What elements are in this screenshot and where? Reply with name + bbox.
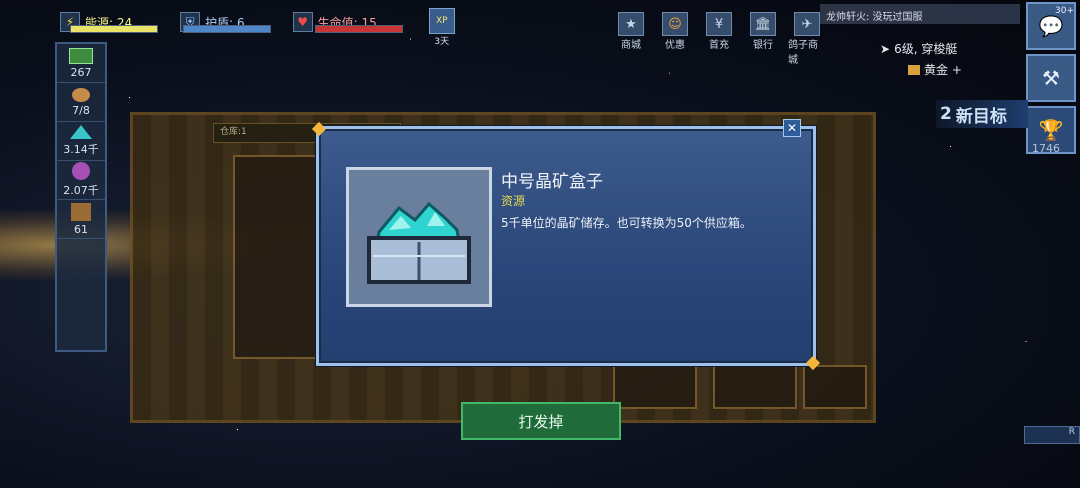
- resource-gas[interactable]: 2.07千: [57, 161, 105, 200]
- gold-label[interactable]: 黄金 +: [924, 61, 962, 78]
- item-category: 资源: [501, 194, 526, 208]
- new-goals-banner[interactable]: 2 新目标: [936, 100, 1028, 128]
- resource-crystal[interactable]: 3.14千: [57, 122, 105, 161]
- resource-value: 267: [70, 65, 92, 79]
- item-title: 中号晶矿盒子: [501, 172, 603, 192]
- nav-label: 银行: [753, 40, 773, 51]
- nav-label: 商城: [621, 40, 641, 51]
- mission-info: ➤ 6级, 穿梭艇 黄金 +: [880, 40, 962, 78]
- crystal-icon: [70, 125, 92, 139]
- new-goals-count: 2: [940, 104, 952, 124]
- status-bar: ⚡ 能源: 24 ⛨ 护盾: 6 ♥ 生命值: 15 XP 3天: [60, 7, 455, 47]
- nav-shop[interactable]: ★ 商城: [612, 12, 650, 66]
- rank-label: 6级, 穿梭艇: [894, 42, 958, 56]
- gold-row[interactable]: 黄金 +: [908, 61, 962, 78]
- smile-icon[interactable]: ☺: [662, 12, 688, 36]
- xp-days: 3天: [434, 36, 450, 47]
- close-icon[interactable]: ✕: [783, 119, 801, 137]
- resource-value: 7/8: [72, 103, 90, 117]
- crystal-box-icon: [367, 201, 471, 284]
- heart-icon: ♥: [292, 12, 313, 32]
- xp-badge[interactable]: XP: [428, 7, 455, 34]
- chat-button[interactable]: 💬 30+: [1026, 2, 1076, 50]
- ship-icon: ➤: [880, 41, 891, 56]
- hp-bar: [314, 25, 403, 33]
- resource-value: 3.14千: [63, 143, 99, 156]
- nav-label: 优惠: [665, 40, 685, 51]
- ship-room[interactable]: [803, 365, 867, 409]
- trophy-count: 1746: [1032, 142, 1060, 155]
- resource-crew[interactable]: 7/8: [57, 83, 105, 122]
- ship-room[interactable]: [613, 365, 697, 409]
- nav-first-charge[interactable]: ¥ 首充: [700, 12, 738, 66]
- build-button[interactable]: ⚒: [1026, 54, 1076, 102]
- resource-panel: 267 7/8 3.14千 2.07千 61: [55, 42, 107, 352]
- xp-widget[interactable]: XP 3天: [428, 7, 455, 47]
- energy-bar: [70, 25, 159, 33]
- resource-value: 2.07千: [63, 184, 99, 197]
- discard-button[interactable]: 打发掉: [461, 402, 621, 440]
- hammer-icon: ⚒: [1042, 66, 1060, 90]
- item-info-dialog: 中号晶矿盒子 资源 5千单位的晶矿储存。也可转换为50个供应箱。: [311, 121, 821, 371]
- pigeon-icon[interactable]: ✈: [794, 12, 820, 36]
- chat-count-badge: 30+: [1055, 6, 1074, 16]
- nav-label: 鸽子商城: [788, 40, 818, 66]
- new-goals-label: 新目标: [955, 106, 1007, 127]
- chat-bubble-icon: 💬: [1038, 14, 1064, 38]
- trophy-icon: 🏆: [1038, 118, 1064, 142]
- gold-icon: [908, 64, 920, 75]
- bank-icon[interactable]: 🏛: [750, 12, 776, 36]
- item-image: [346, 167, 492, 307]
- star-icon[interactable]: ★: [618, 12, 644, 36]
- ship-room[interactable]: [713, 365, 797, 409]
- gas-orb-icon: [72, 162, 90, 180]
- chat-ticker[interactable]: 龙帅轩火: 没玩过国服: [820, 4, 1020, 24]
- yen-icon[interactable]: ¥: [706, 12, 732, 36]
- bottom-right-tab[interactable]: R: [1024, 426, 1080, 444]
- nav-deals[interactable]: ☺ 优惠: [656, 12, 694, 66]
- resource-money[interactable]: 267: [57, 44, 105, 83]
- shield-bar: [182, 25, 271, 33]
- rank-row: ➤ 6级, 穿梭艇: [880, 40, 962, 57]
- crew-icon: [72, 87, 90, 102]
- nav-label: 首充: [709, 40, 729, 51]
- cash-icon: [69, 47, 93, 64]
- resource-supply[interactable]: 61: [57, 200, 105, 239]
- supply-crate-icon: [71, 202, 91, 221]
- right-button-column: 💬 30+ ⚒ 🏆: [1026, 2, 1078, 158]
- top-nav: ★ 商城 ☺ 优惠 ¥ 首充 🏛 银行 ✈ 鸽子商城: [612, 12, 826, 66]
- item-description: 5千单位的晶矿储存。也可转换为50个供应箱。: [501, 216, 752, 230]
- nav-bank[interactable]: 🏛 银行: [744, 12, 782, 66]
- resource-value: 61: [74, 222, 88, 236]
